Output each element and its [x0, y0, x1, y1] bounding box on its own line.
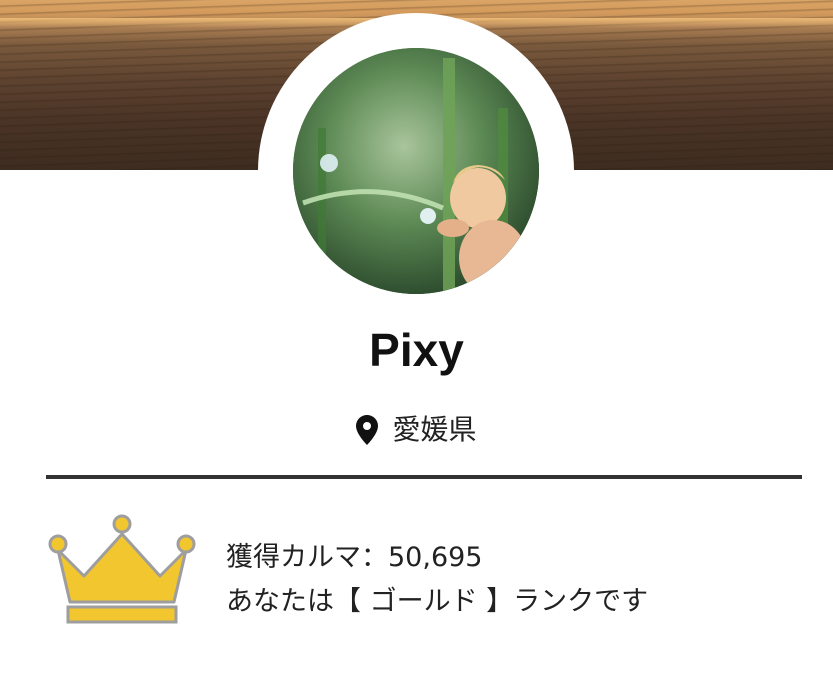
- location-text: 愛媛県: [392, 413, 477, 446]
- crown-icon: [48, 514, 196, 624]
- karma-label: 獲得カルマ：: [226, 542, 388, 573]
- profile-location: 愛媛県: [0, 410, 833, 450]
- karma-line: 獲得カルマ：50,695: [226, 536, 648, 580]
- profile-username: Pixy: [369, 324, 464, 376]
- avatar-photo: [293, 48, 539, 294]
- avatar[interactable]: [293, 48, 539, 294]
- karma-value: 50,695: [388, 542, 483, 573]
- section-divider: [46, 475, 802, 479]
- map-pin-icon: [356, 415, 379, 445]
- rank-line: あなたは【 ゴールド 】ランクです: [226, 586, 649, 617]
- karma-info: 獲得カルマ：50,695 あなたは【 ゴールド 】ランクです: [226, 536, 648, 624]
